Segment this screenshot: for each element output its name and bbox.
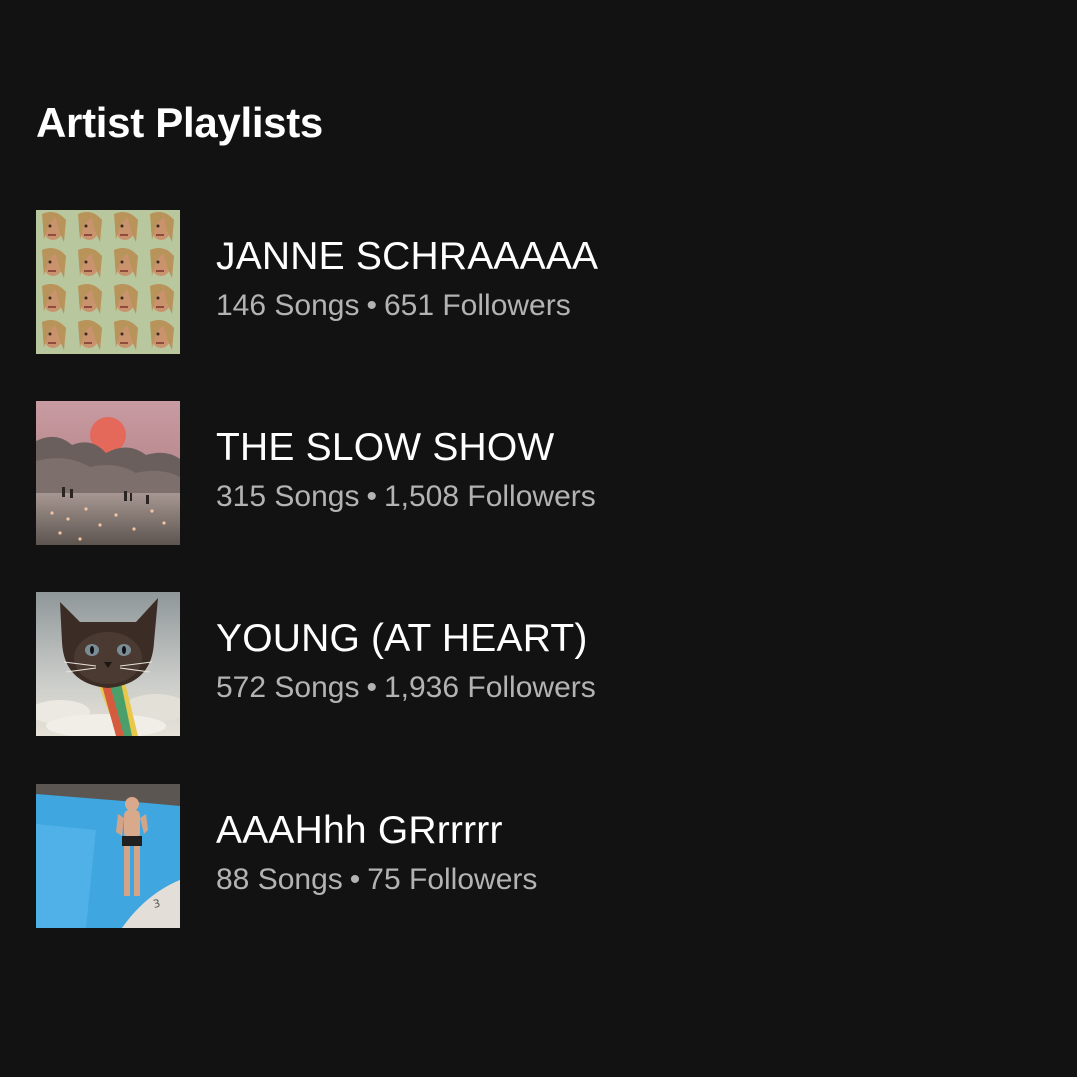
playlist-meta: 572 Songs • 1,936 Followers xyxy=(216,669,596,707)
sunset-lake-cover-icon xyxy=(36,401,180,545)
follower-count: 75 Followers xyxy=(367,863,538,896)
cat-rainbow-cover-icon xyxy=(36,592,180,736)
meta-separator: • xyxy=(366,480,377,513)
playlist-text: THE SLOW SHOW 315 Songs • 1,508 Followers xyxy=(216,423,596,516)
meta-separator: • xyxy=(366,671,377,704)
playlist-row[interactable]: YOUNG (AT HEART) 572 Songs • 1,936 Followe… xyxy=(36,592,796,736)
meta-separator: • xyxy=(349,863,361,896)
playlist-row[interactable]: JANNE SCHRAAAAA 146 Songs • 651 Followers xyxy=(36,210,796,354)
song-count: 572 Songs xyxy=(216,671,360,704)
playlist-name: YOUNG (AT HEART) xyxy=(216,617,588,660)
swimming-pool-cover-icon: 3 xyxy=(36,784,180,928)
song-count: 315 Songs xyxy=(216,480,360,513)
playlist-cover: 3 xyxy=(36,784,180,928)
playlist-row[interactable]: THE SLOW SHOW 315 Songs • 1,508 Followers xyxy=(36,401,796,545)
song-count: 146 Songs xyxy=(216,289,360,322)
playlist-cover xyxy=(36,592,180,736)
playlist-name: THE SLOW SHOW xyxy=(216,426,555,469)
portrait-collage-cover-icon xyxy=(36,210,180,354)
playlist-text: YOUNG (AT HEART) 572 Songs • 1,936 Followe… xyxy=(216,614,596,707)
playlist-meta: 146 Songs • 651 Followers xyxy=(216,287,598,325)
playlist-row[interactable]: 3 AAAHhh GRrrrrr 88 Songs • 75 Followers xyxy=(36,784,796,928)
meta-separator: • xyxy=(366,289,377,322)
playlist-text: JANNE SCHRAAAAA 146 Songs • 651 Followers xyxy=(216,232,598,325)
follower-count: 1,508 Followers xyxy=(383,480,596,513)
section-title: Artist Playlists xyxy=(36,99,323,146)
song-count: 88 Songs xyxy=(216,863,343,896)
playlist-meta: 315 Songs • 1,508 Followers xyxy=(216,478,596,516)
follower-count: 651 Followers xyxy=(383,289,571,322)
playlist-text: AAAHhh GRrrrrr 88 Songs • 75 Followers xyxy=(216,806,537,899)
playlist-cover xyxy=(36,210,180,354)
playlist-meta: 88 Songs • 75 Followers xyxy=(216,861,537,899)
playlist-cover xyxy=(36,401,180,545)
playlist-name: AAAHhh GRrrrrr xyxy=(216,809,503,852)
playlist-name: JANNE SCHRAAAAA xyxy=(216,235,599,278)
follower-count: 1,936 Followers xyxy=(383,671,596,704)
